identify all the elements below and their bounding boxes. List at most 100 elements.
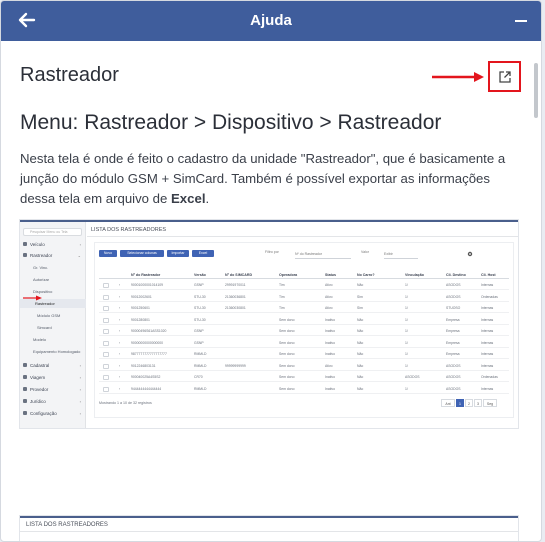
- shot-pager-next: Seg: [483, 399, 497, 407]
- chevron-right-icon: ›: [119, 375, 121, 379]
- minimize-button[interactable]: [515, 20, 527, 22]
- screenshot-image: Pesquisar Menu ou Tela Veículo › Rastread…: [20, 220, 518, 428]
- shot-table-cell: CR70: [194, 375, 203, 379]
- shot-table-cell: 29991970011: [225, 283, 246, 287]
- shot-table-cell: 99999999999: [225, 363, 246, 368]
- shot-import-button: Importar: [167, 250, 189, 257]
- shot-table-cell: Sem dono: [279, 352, 295, 356]
- shot-row-checkbox: [103, 386, 109, 392]
- shot-table-row: › 90012002601 STU-30 21360036801 Tim Ativo Sim…: [99, 293, 509, 302]
- shot-table-cell: Não: [357, 340, 364, 345]
- shot-table-cell: Internas: [481, 340, 494, 345]
- shot-pager-page: 2: [465, 399, 473, 407]
- shot-table-cell: Empresa: [446, 317, 460, 322]
- shot-table-cell: Ordenadas: [481, 294, 498, 299]
- shot-table-cell: STU-30: [194, 294, 206, 299]
- shot-main: LISTA DOS RASTREADORES Novo Selecionar c…: [87, 222, 518, 428]
- shot-table-cell: 1/: [405, 352, 408, 356]
- chevron-right-icon: ›: [119, 317, 121, 322]
- shot-table-cell: Inativo: [325, 352, 335, 356]
- shot-table-cell: Inativo: [325, 375, 335, 379]
- scrollbar-thumb[interactable]: [534, 63, 538, 118]
- shot-table-cell: 90000000000000000: [131, 340, 164, 345]
- shot-table-cell: Tim: [279, 306, 285, 310]
- shot-table-cell: Sem dono: [279, 340, 295, 345]
- shot-table-cell: Tim: [279, 283, 285, 287]
- shot-table-cell: Internas: [481, 363, 494, 368]
- shot-table-cell: Não: [357, 375, 364, 379]
- shot-filter-select: Nº do Rastreador: [295, 252, 351, 259]
- shot-table-cell: Sem dono: [279, 363, 295, 368]
- shot-table-cell: ASODOS: [446, 283, 461, 287]
- shot-menu-item: Viagem ›: [23, 372, 83, 382]
- shot-table-cell: ASODOS: [446, 363, 461, 368]
- shot-table-cell: Inativo: [325, 329, 335, 333]
- shot-table-cell: 9444444444444444: [131, 386, 162, 391]
- shot-table-cell: 1/: [405, 306, 408, 310]
- chevron-right-icon: ›: [119, 352, 121, 356]
- help-content[interactable]: Rastreador Menu: Rastreador > Dispositiv…: [1, 41, 531, 541]
- chevron-right-icon: ›: [119, 294, 121, 299]
- shot-table-cell: 1/: [405, 340, 408, 345]
- shot-table-cell: ASODOS: [405, 375, 420, 379]
- scrollbar[interactable]: [533, 45, 539, 537]
- help-panel: Ajuda Rastreador Menu: Rastreador > Disp…: [0, 0, 542, 542]
- shot-row-checkbox: [103, 352, 109, 357]
- shot-table-cell: Empresa: [446, 329, 460, 333]
- shot-table-cell: Inativo: [325, 340, 335, 345]
- shot-filter-label: Filtro por: [265, 250, 279, 254]
- shot-table-row: › 9012246803131 RMMLD 99999999999 Sem dono At…: [99, 362, 509, 371]
- open-external-button[interactable]: [488, 61, 521, 92]
- menu-path-heading: Menu: Rastreador > Dispositivo > Rastrea…: [20, 111, 442, 134]
- shot-search-input: Pesquisar Menu ou Tela: [23, 228, 82, 236]
- shot-table-cell: 9001280801: [131, 317, 150, 322]
- shot-table-cell: GSNP: [194, 329, 204, 333]
- shot-table-cell: Sem dono: [279, 317, 295, 322]
- shot-table-cell: Não: [357, 363, 364, 368]
- shot-row-checkbox: [103, 306, 109, 311]
- shot-table-cell: Tim: [279, 294, 285, 299]
- shot-table-cell: ASODOS: [446, 294, 461, 299]
- chevron-right-icon: ›: [119, 306, 121, 310]
- shot-table-cell: Internas: [481, 317, 494, 322]
- shot-table-cell: Não: [357, 317, 364, 322]
- shot-table-cell: 9877777777777777777: [131, 352, 167, 356]
- shot-table-cell: GSNP: [194, 283, 204, 287]
- shot-table-cell: ASODOS: [446, 375, 461, 379]
- shot-table-cell: 1/: [405, 363, 408, 368]
- shot-table-cell: GSNP: [194, 340, 204, 345]
- shot-excel-button: Excel: [192, 250, 214, 257]
- shot-table-cell: Ordenadas: [481, 375, 498, 379]
- shot-submenu-item: Equipamento Homologado: [33, 349, 81, 354]
- shot-table-cell: 90000496S61ASS1020: [131, 329, 167, 333]
- shot-pager-prev: Ant: [441, 399, 455, 407]
- shot-submenu-item: Módulo GSM: [37, 313, 61, 318]
- shot-page-heading: LISTA DOS RASTREADORES: [91, 227, 167, 233]
- shot-menu-item: Rastreador ⌄: [23, 250, 83, 260]
- shot-menu-item: Cadastral ›: [23, 360, 83, 370]
- shot-submenu-item: Simcard: [37, 325, 52, 330]
- shot-table-header: Nº do Rastreador Versão Nº do SIMCARD Op…: [99, 271, 509, 279]
- shot-table-row: › 90000496S61ASS1020 GSNP Sem dono Inativo Nã…: [99, 327, 509, 336]
- shot-table-cell: Sem dono: [279, 386, 295, 391]
- shot-table-cell: Sim: [357, 294, 363, 299]
- shot-table-cell: 9001250601: [131, 306, 150, 310]
- shot-row-checkbox: [103, 294, 109, 300]
- gear-icon: [467, 251, 473, 257]
- chevron-right-icon: ›: [119, 329, 121, 333]
- shot-table-cell: 1/: [405, 294, 408, 299]
- shot-table-card: Novo Selecionar colunas Importar Excel F…: [94, 242, 514, 418]
- shot-table-cell: Não: [357, 352, 364, 356]
- shot-table-cell: Ativo: [325, 306, 333, 310]
- shot-table-cell: Não: [357, 283, 364, 287]
- shot-table-cell: 21360030801: [225, 306, 246, 310]
- shot2-page-heading: LISTA DOS RASTREADORES: [26, 522, 108, 528]
- chevron-right-icon: ›: [119, 340, 121, 345]
- shot-footer: Mostrando 1 a 10 de 32 registros: [99, 401, 152, 405]
- shot-row-checkbox: [103, 283, 109, 288]
- shot-table-cell: 90001000001014109: [131, 283, 164, 287]
- shot-status-select: Exibir: [384, 252, 418, 259]
- shot-table-cell: Inativo: [325, 386, 335, 391]
- shot-table-cell: Internas: [481, 386, 494, 391]
- shot-sidebar: Pesquisar Menu ou Tela Veículo › Rastread…: [20, 222, 86, 428]
